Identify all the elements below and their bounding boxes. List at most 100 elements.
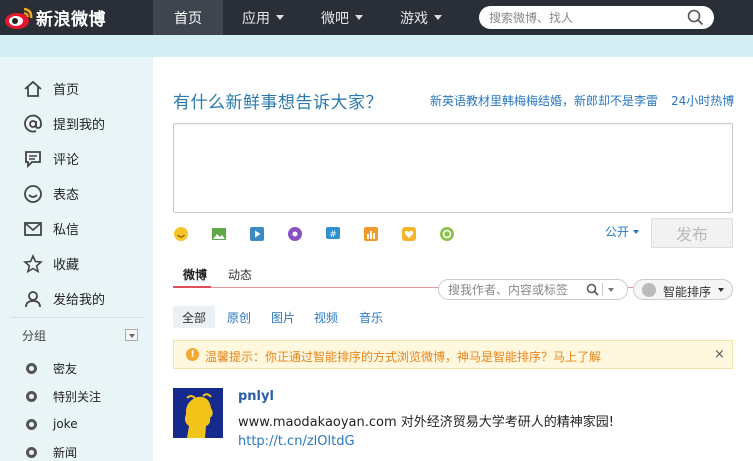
sidebar-item-mentions[interactable]: 提到我的 bbox=[0, 106, 153, 141]
sidebar-group-label: 密友 bbox=[53, 361, 78, 376]
app-icon[interactable] bbox=[439, 226, 455, 242]
sidebar-group-special-follow[interactable]: 特别关注 bbox=[0, 382, 153, 410]
sidebar-item-label: 私信 bbox=[53, 223, 80, 238]
comment-icon bbox=[25, 150, 41, 168]
chevron-down-icon bbox=[718, 288, 724, 292]
sidebar-group-label: joke bbox=[53, 417, 78, 431]
sidebar-group-news[interactable]: 新闻 bbox=[0, 438, 153, 461]
smile-icon bbox=[24, 184, 42, 203]
sidebar-item-label: 提到我的 bbox=[53, 118, 106, 133]
group-header: 分组 bbox=[0, 323, 153, 347]
nav-weiba-label: 微吧 bbox=[321, 10, 349, 27]
nav-apps[interactable]: 应用 bbox=[223, 0, 303, 35]
search-icon[interactable] bbox=[586, 283, 599, 296]
nav-weiba[interactable]: 微吧 bbox=[303, 0, 381, 35]
nav-apps-label: 应用 bbox=[242, 10, 270, 27]
poll-icon[interactable] bbox=[363, 226, 379, 242]
sidebar-item-label: 首页 bbox=[53, 83, 80, 98]
nav-games-label: 游戏 bbox=[400, 10, 428, 27]
sidebar-item-comments[interactable]: 评论 bbox=[0, 141, 153, 176]
sidebar-item-messages[interactable]: 私信 bbox=[0, 211, 153, 246]
hot-24h-link[interactable]: 24小时热博 bbox=[671, 92, 734, 109]
sidebar-item-favorites[interactable]: 收藏 bbox=[0, 246, 153, 281]
sidebar-item-label: 评论 bbox=[53, 153, 80, 168]
sidebar-divider bbox=[10, 317, 145, 318]
sidebar-group-label: 特别关注 bbox=[53, 389, 102, 404]
left-sidebar: 首页 提到我的 评论 表态 私信 收藏 发给我的 分组 密友 特别关注 joke bbox=[0, 57, 153, 461]
visibility-label: 公开 bbox=[605, 225, 630, 239]
close-icon[interactable]: × bbox=[714, 347, 725, 362]
group-toggle-button[interactable] bbox=[125, 329, 138, 341]
weibo-logo[interactable]: 新浪微博 bbox=[0, 0, 153, 35]
svg-text:#: # bbox=[329, 230, 337, 240]
feed-filter bbox=[438, 279, 628, 300]
composer-prompt: 有什么新鲜事想告诉大家？ bbox=[173, 93, 383, 113]
warning-icon: ! bbox=[186, 348, 199, 361]
chevron-down-icon bbox=[434, 15, 442, 20]
subtab-videos[interactable]: 视频 bbox=[314, 306, 338, 328]
mail-icon bbox=[24, 221, 42, 236]
group-dot-icon bbox=[26, 362, 37, 374]
smart-sort-notice: ! 温馨提示：你正通过智能排序的方式浏览微博，神马是智能排序？马上了解 × bbox=[173, 340, 733, 369]
sidebar-item-label: 收藏 bbox=[53, 258, 80, 273]
search-input[interactable] bbox=[489, 10, 679, 25]
tab-activity[interactable]: 动态 bbox=[228, 266, 252, 283]
sidebar-group-joke[interactable]: joke bbox=[0, 410, 153, 438]
logo-text: 新浪微博 bbox=[36, 10, 106, 30]
nav-home-label: 首页 bbox=[174, 10, 202, 27]
top-navigation-bar: 新浪微博 首页 应用 微吧 游戏 bbox=[0, 0, 753, 35]
weibo-eye-icon bbox=[5, 7, 33, 29]
publish-button[interactable]: 发布 bbox=[651, 218, 733, 248]
star-icon bbox=[23, 253, 43, 273]
sort-label: 智能排序 bbox=[663, 285, 712, 299]
avatar-silhouette-icon bbox=[173, 388, 223, 438]
search-icon[interactable] bbox=[687, 9, 704, 26]
sort-mode-icon bbox=[642, 283, 656, 297]
subtab-all[interactable]: 全部 bbox=[173, 306, 215, 328]
chevron-down-icon bbox=[276, 15, 284, 20]
group-dot-icon bbox=[26, 418, 37, 430]
video-icon[interactable] bbox=[249, 226, 265, 242]
nav-games[interactable]: 游戏 bbox=[381, 0, 461, 35]
banner-strip bbox=[0, 35, 753, 57]
sidebar-item-label: 表态 bbox=[53, 188, 80, 203]
tab-weibo[interactable]: 微博 bbox=[183, 266, 207, 283]
chevron-down-icon bbox=[355, 15, 363, 20]
main-content: 有什么新鲜事想告诉大家？ 新英语教材里韩梅梅结婚，新郎却不是李雷 24小时热博 … bbox=[153, 57, 753, 461]
filter-separator bbox=[602, 283, 603, 296]
emoji-icon[interactable] bbox=[173, 226, 189, 242]
subtab-images[interactable]: 图片 bbox=[271, 306, 295, 328]
avatar[interactable] bbox=[173, 388, 223, 438]
nav-home[interactable]: 首页 bbox=[153, 0, 223, 35]
main-nav: 首页 应用 微吧 游戏 bbox=[153, 0, 461, 35]
sidebar-item-home[interactable]: 首页 bbox=[0, 71, 153, 106]
hot-topic-link[interactable]: 新英语教材里韩梅梅结婚，新郎却不是李雷 bbox=[430, 92, 658, 109]
subtab-original[interactable]: 原创 bbox=[227, 306, 251, 328]
sidebar-item-label: 发给我的 bbox=[53, 293, 106, 308]
topic-icon[interactable]: # bbox=[325, 226, 341, 242]
sidebar-group-close-friends[interactable]: 密友 bbox=[0, 354, 153, 382]
group-dot-icon bbox=[26, 446, 37, 458]
composer-textarea[interactable] bbox=[174, 124, 732, 212]
notice-text[interactable]: 温馨提示：你正通过智能排序的方式浏览微博，神马是智能排序？马上了解 bbox=[205, 348, 601, 365]
sidebar-group-label: 新闻 bbox=[53, 445, 78, 460]
post-author[interactable]: pnlyl bbox=[238, 389, 274, 404]
sidebar-item-reactions[interactable]: 表态 bbox=[0, 176, 153, 211]
global-search bbox=[479, 6, 714, 29]
smart-sort-button[interactable]: 智能排序 bbox=[633, 279, 733, 300]
person-icon bbox=[25, 290, 41, 307]
image-icon[interactable] bbox=[211, 226, 227, 242]
like-icon[interactable] bbox=[401, 226, 417, 242]
post-link[interactable]: http://t.cn/zlOltdG bbox=[238, 434, 355, 449]
group-dot-icon bbox=[26, 390, 37, 402]
home-icon bbox=[24, 80, 42, 97]
music-icon[interactable] bbox=[287, 226, 303, 242]
sidebar-item-sent-to-me[interactable]: 发给我的 bbox=[0, 281, 153, 316]
subtab-music[interactable]: 音乐 bbox=[359, 306, 383, 328]
group-header-label: 分组 bbox=[22, 328, 47, 343]
chevron-down-icon bbox=[633, 229, 640, 234]
visibility-dropdown[interactable]: 公开 bbox=[605, 223, 640, 240]
feed-search-input[interactable] bbox=[448, 282, 584, 297]
chevron-down-icon[interactable] bbox=[608, 288, 614, 292]
composer-box bbox=[173, 123, 733, 213]
